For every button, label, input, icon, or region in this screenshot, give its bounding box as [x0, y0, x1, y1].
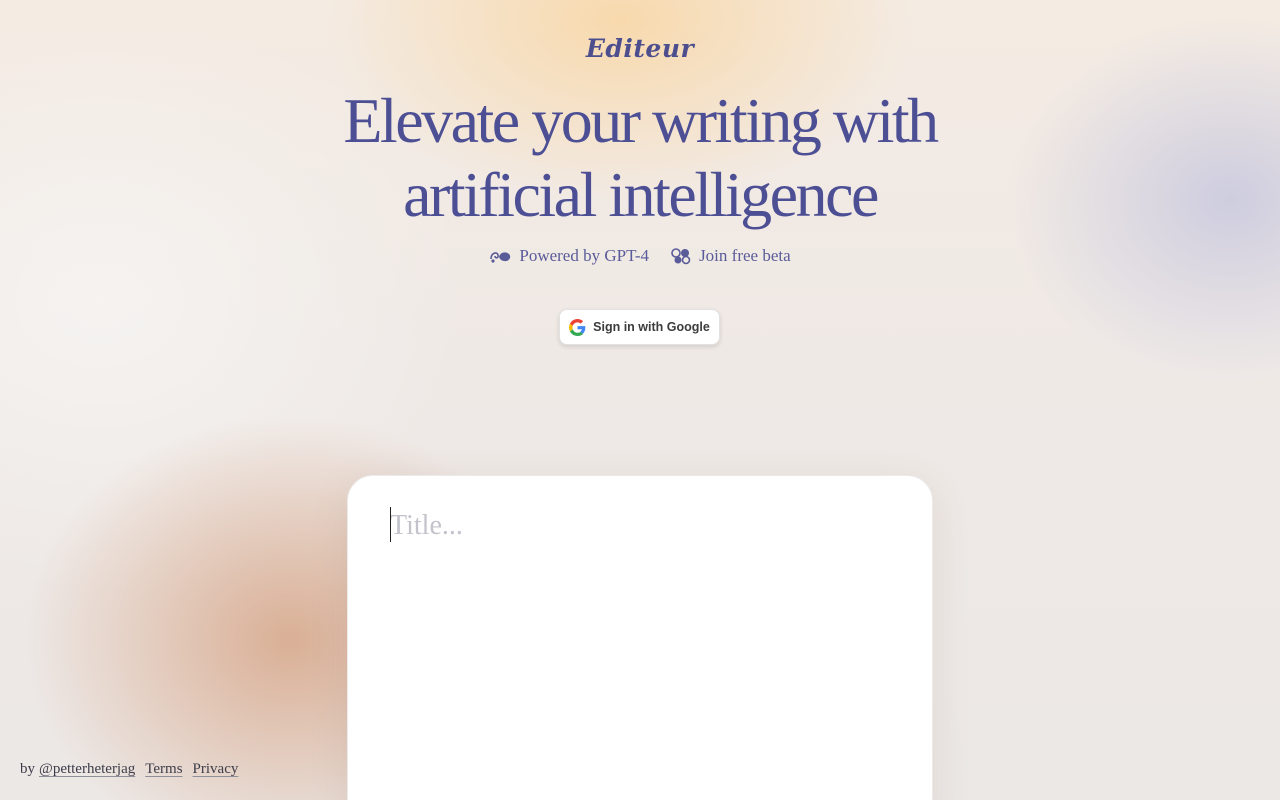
join-beta-label: Join free beta: [699, 246, 791, 265]
hero-line-1: Elevate your writing with: [343, 85, 939, 156]
powered-by-label: Powered by GPT-4: [519, 246, 650, 265]
author-credit: by @petterheterjag: [20, 761, 135, 778]
hero-headline: Elevate your writing with artificial int…: [0, 84, 1280, 232]
terms-link[interactable]: Terms: [145, 761, 182, 778]
feature-badges: Powered by GPT-4 Join free beta: [0, 246, 1280, 266]
text-caret: [390, 507, 391, 542]
ornament-icon: [669, 247, 693, 265]
hero-line-2: artificial intelligence: [403, 159, 879, 230]
flourish-icon: [489, 247, 513, 265]
powered-by-badge: Powered by GPT-4: [489, 246, 649, 266]
logo[interactable]: Editeur: [0, 34, 1280, 63]
page: Editeur Elevate your writing with artifi…: [0, 0, 1280, 800]
sign-in-with-google-button[interactable]: Sign in with Google: [559, 309, 720, 345]
google-icon: [569, 318, 586, 336]
google-button-label: Sign in with Google: [593, 320, 710, 334]
privacy-link[interactable]: Privacy: [193, 761, 239, 778]
join-beta-link[interactable]: Join free beta: [669, 246, 791, 266]
by-prefix: by: [20, 761, 35, 777]
title-input[interactable]: [390, 506, 890, 546]
author-link[interactable]: @petterheterjag: [39, 761, 135, 778]
footer: by @petterheterjag Terms Privacy: [20, 761, 238, 778]
editor-card: [347, 475, 933, 800]
